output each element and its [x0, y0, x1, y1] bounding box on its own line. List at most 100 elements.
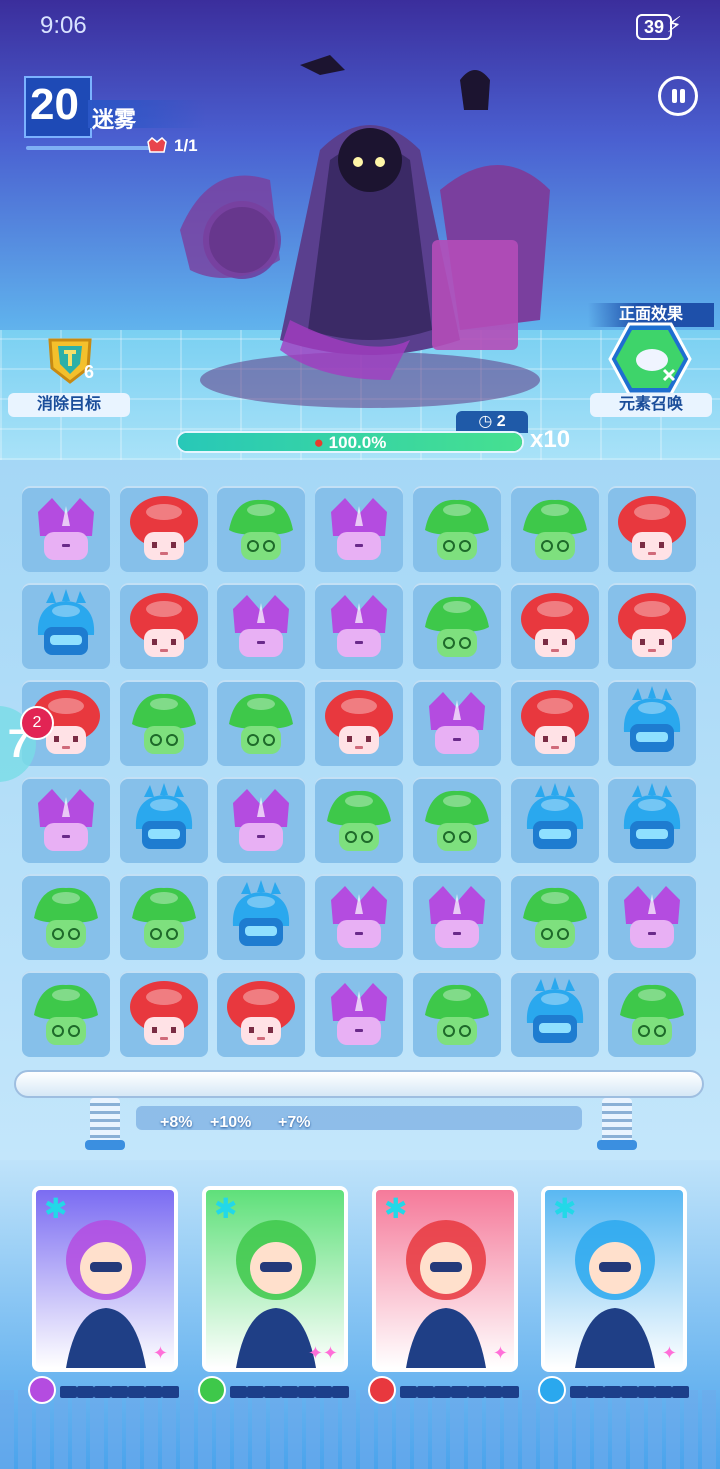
- hero-stars: ✦✦: [307, 1343, 338, 1363]
- energy-segment: [264, 1386, 281, 1398]
- energy-segment: [570, 1386, 587, 1398]
- tile-purple[interactable]: [22, 486, 110, 572]
- tile-green[interactable]: [608, 971, 697, 1057]
- tile-red[interactable]: [510, 680, 599, 766]
- energy-segment: [672, 1386, 689, 1398]
- green-piece-icon: [34, 984, 98, 1045]
- red-piece-icon: [129, 496, 198, 560]
- tile-green[interactable]: [412, 486, 501, 572]
- green-piece-icon: [522, 499, 587, 560]
- energy-bar-3: [368, 1376, 519, 1404]
- tile-purple[interactable]: [217, 583, 306, 669]
- tile-red[interactable]: [315, 680, 404, 766]
- tile-red[interactable]: [119, 583, 208, 669]
- tile-blue[interactable]: [217, 874, 306, 960]
- boss-hp-bar: ● 100.0%: [176, 431, 524, 453]
- red-piece-icon: [227, 981, 296, 1045]
- purple-piece-icon: [331, 886, 388, 948]
- energy-segment: [94, 1386, 111, 1398]
- tile-green[interactable]: [510, 874, 599, 960]
- tile-green[interactable]: [119, 680, 208, 766]
- element-snowflake-icon: ✱: [553, 1193, 577, 1224]
- tile-purple[interactable]: [315, 583, 404, 669]
- tile-purple[interactable]: [217, 777, 306, 863]
- purple-piece-icon: [38, 498, 94, 560]
- green-piece-icon: [229, 499, 294, 560]
- tile-green[interactable]: [119, 874, 208, 960]
- tile-blue[interactable]: [608, 777, 697, 863]
- tile-green[interactable]: [315, 777, 404, 863]
- green-piece-icon: [424, 596, 489, 657]
- boost-track: [136, 1106, 582, 1130]
- tile-green[interactable]: [217, 486, 306, 572]
- tile-green[interactable]: [412, 777, 501, 863]
- hero-stars: ✦: [152, 1343, 168, 1363]
- green-piece-icon: [131, 693, 196, 754]
- hero-card-3[interactable]: ✱ ✦: [372, 1186, 518, 1372]
- tile-green[interactable]: [412, 971, 501, 1057]
- flame-icon: ●: [313, 433, 329, 452]
- tile-purple[interactable]: [22, 777, 110, 863]
- left-spring: [90, 1098, 120, 1146]
- tile-green[interactable]: [217, 680, 306, 766]
- red-piece-icon: [129, 981, 198, 1045]
- energy-segment: [128, 1386, 145, 1398]
- tile-blue[interactable]: [22, 583, 110, 669]
- blue-piece-icon: [135, 783, 192, 849]
- purple-piece-icon: [331, 498, 388, 560]
- energy-bar-2: [198, 1376, 349, 1404]
- objective-label: 消除目标: [8, 393, 130, 417]
- clock: 9:06: [40, 12, 87, 39]
- energy-segment: [111, 1386, 128, 1398]
- energy-segment: [417, 1386, 434, 1398]
- energy-bar-4: [538, 1376, 689, 1404]
- energy-segment: [621, 1386, 638, 1398]
- tile-blue[interactable]: [119, 777, 208, 863]
- blue-piece-icon: [624, 686, 681, 752]
- level-progress-line: [26, 146, 156, 150]
- hero-card-2[interactable]: ✱ ✦✦: [202, 1186, 348, 1372]
- hero-card-4[interactable]: ✱ ✦: [541, 1186, 687, 1372]
- energy-segment: [162, 1386, 179, 1398]
- element-summon-icon[interactable]: [608, 322, 692, 396]
- pause-button[interactable]: [658, 76, 698, 116]
- blue-piece-icon: [526, 977, 583, 1043]
- tile-red[interactable]: [510, 583, 599, 669]
- tile-purple[interactable]: [412, 874, 501, 960]
- tile-green[interactable]: [412, 583, 501, 669]
- tile-green[interactable]: [510, 486, 599, 572]
- energy-segment: [60, 1386, 77, 1398]
- purple-piece-icon: [624, 886, 681, 948]
- boss-monster: [180, 55, 550, 408]
- tile-green[interactable]: [22, 971, 110, 1057]
- green-piece-icon: [522, 887, 587, 948]
- boost-3: +7%: [278, 1114, 311, 1131]
- tile-purple[interactable]: [608, 874, 697, 960]
- tile-red[interactable]: [119, 971, 208, 1057]
- green-piece-icon: [424, 984, 489, 1045]
- tile-purple[interactable]: [412, 680, 501, 766]
- tile-purple[interactable]: [315, 486, 404, 572]
- boost-2: +10%: [210, 1114, 252, 1131]
- tile-blue[interactable]: [608, 680, 697, 766]
- energy-segment: [502, 1386, 519, 1398]
- green-gem-icon: [198, 1376, 226, 1404]
- tile-green[interactable]: [22, 874, 110, 960]
- energy-segment: [451, 1386, 468, 1398]
- element-snowflake-icon: ✱: [44, 1193, 68, 1224]
- right-spring: [602, 1098, 632, 1146]
- enemy-icon: [147, 136, 167, 153]
- tile-blue[interactable]: [510, 777, 599, 863]
- hero-card-1[interactable]: ✱ ✦: [32, 1186, 178, 1372]
- green-piece-icon: [327, 790, 392, 851]
- energy-segment: [247, 1386, 264, 1398]
- red-piece-icon: [618, 593, 687, 657]
- tile-purple[interactable]: [315, 971, 404, 1057]
- red-piece-icon: [618, 496, 687, 560]
- tile-red[interactable]: [608, 486, 697, 572]
- tile-purple[interactable]: [315, 874, 404, 960]
- tile-red[interactable]: [119, 486, 208, 572]
- tile-red[interactable]: [217, 971, 306, 1057]
- tile-red[interactable]: [608, 583, 697, 669]
- tile-blue[interactable]: [510, 971, 599, 1057]
